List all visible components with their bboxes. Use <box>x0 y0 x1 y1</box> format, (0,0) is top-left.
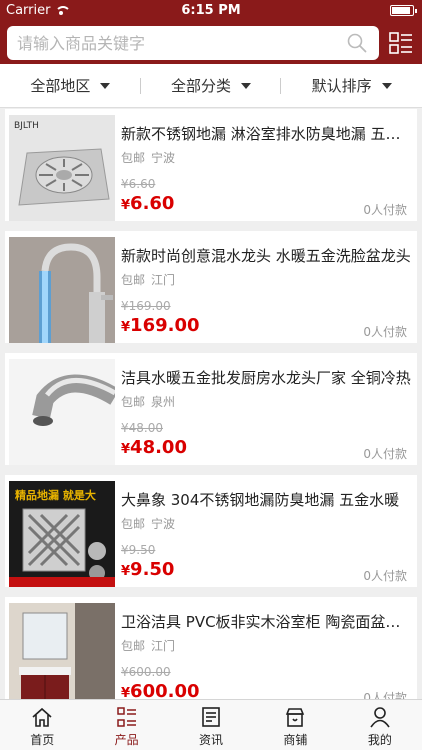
news-icon <box>202 707 220 727</box>
product-meta: 包邮 江门 <box>121 637 175 654</box>
product-shipping: 包邮 <box>121 273 146 287</box>
product-image <box>9 603 115 699</box>
search-input[interactable] <box>17 26 337 60</box>
currency-symbol: ¥ <box>121 442 131 457</box>
product-price: ¥169.00 <box>121 315 200 336</box>
product-card[interactable]: 卫浴洁具 PVC板非实木浴室柜 陶瓷面盆组合 包邮 江门 ¥600.00 ¥600… <box>5 597 417 699</box>
product-price: ¥6.60 <box>121 193 174 214</box>
caret-down-icon <box>381 82 392 89</box>
product-original-price: ¥6.60 <box>121 177 156 191</box>
product-original-price: ¥48.00 <box>121 421 163 435</box>
product-city: 宁波 <box>151 517 176 531</box>
product-shipping: 包邮 <box>121 639 146 653</box>
product-sold-count: 0人付款 <box>363 447 407 461</box>
product-price: ¥48.00 <box>121 437 187 458</box>
product-price-value: 600.00 <box>130 681 200 699</box>
product-city: 泉州 <box>151 395 176 409</box>
product-image: 精品地漏 就是大 <box>9 481 115 587</box>
product-card[interactable]: BJLTH 新款不锈钢地漏 淋浴室排水防臭地漏 五金配件 包邮宁波 ¥6.60 <box>5 109 417 221</box>
product-shipping: 包邮 <box>121 395 146 409</box>
tab-bar: 首页 产品 资讯 商铺 我的 <box>0 699 422 750</box>
product-image <box>9 237 115 343</box>
app-root: Carrier 6:15 PM 全部地区 <box>0 0 422 750</box>
currency-symbol: ¥ <box>121 320 131 335</box>
product-original-price: ¥600.00 <box>121 665 171 679</box>
filter-sort-label: 默认排序 <box>311 77 372 95</box>
product-shipping: 包邮 <box>121 517 146 531</box>
tab-products-label: 产品 <box>114 733 139 747</box>
product-price-value: 48.00 <box>130 437 187 458</box>
product-city: 江门 <box>151 273 176 287</box>
product-city: 江门 <box>151 639 176 653</box>
product-list-icon <box>116 707 136 727</box>
product-card[interactable]: 精品地漏 就是大 大鼻象 304不锈钢地漏防臭地漏 五金水暖 包邮 宁波 ¥9.5… <box>5 475 417 587</box>
product-sold-count: 0人付款 <box>363 569 407 583</box>
tab-news[interactable]: 资讯 <box>169 700 253 750</box>
product-sold-count: 0人付款 <box>363 325 407 339</box>
status-time: 6:15 PM <box>181 3 241 18</box>
filter-sort[interactable]: 默认排序 <box>281 64 422 107</box>
tab-news-label: 资讯 <box>199 733 224 747</box>
currency-symbol: ¥ <box>121 564 131 579</box>
product-shipping: 包邮 <box>121 151 146 165</box>
header: Carrier 6:15 PM <box>0 0 422 64</box>
product-price: ¥9.50 <box>121 559 174 580</box>
product-original-price: ¥9.50 <box>121 543 156 557</box>
caret-down-icon <box>241 82 252 89</box>
filter-category-label: 全部分类 <box>171 77 232 95</box>
product-price-value: 9.50 <box>130 559 175 580</box>
product-original-price: ¥169.00 <box>121 299 171 313</box>
currency-symbol: ¥ <box>121 686 131 699</box>
product-meta: 包邮 宁波 <box>121 149 175 166</box>
product-card[interactable]: 新款时尚创意混水龙头 水暖五金洗脸盆龙头 包邮 江门 ¥169.00 ¥169.0… <box>5 231 417 343</box>
product-price: ¥600.00 <box>121 681 200 699</box>
product-title: 大鼻象 304不锈钢地漏防臭地漏 五金水暖 <box>121 491 400 509</box>
product-meta: 包邮 宁波 <box>121 515 175 532</box>
category-menu-icon[interactable] <box>388 30 414 56</box>
product-list: BJLTH 新款不锈钢地漏 淋浴室排水防臭地漏 五金配件 包邮宁波 ¥6.60 <box>0 109 422 699</box>
tab-shop[interactable]: 商铺 <box>253 700 337 750</box>
tab-profile-label: 我的 <box>367 733 392 747</box>
product-card[interactable]: 洁具水暖五金批发厨房水龙头厂家 全铜冷热 包邮 泉州 ¥48.00 ¥48.00 … <box>5 353 417 465</box>
product-sold-count: 0人付款 <box>363 203 407 217</box>
product-meta: 包邮 泉州 <box>121 393 175 410</box>
product-title: 新款不锈钢地漏 淋浴室排水防臭地漏 五金配件 <box>121 125 411 143</box>
product-price-value: 6.60 <box>130 193 175 214</box>
tab-home-label: 首页 <box>30 733 55 747</box>
currency-symbol: ¥ <box>121 198 131 213</box>
product-price-value: 169.00 <box>130 315 200 336</box>
product-city: 宁波 <box>151 151 176 165</box>
product-promo-text: 精品地漏 就是大 <box>15 488 96 502</box>
product-meta: 包邮 江门 <box>121 271 175 288</box>
battery-icon <box>390 5 417 16</box>
product-sold-count: 0人付款 <box>363 691 407 699</box>
filter-region[interactable]: 全部地区 <box>0 64 141 107</box>
product-brand-text: BJLTH <box>14 121 39 131</box>
caret-down-icon <box>100 82 111 89</box>
filter-category[interactable]: 全部分类 <box>141 64 282 107</box>
status-bar: Carrier 6:15 PM <box>0 0 422 22</box>
product-title: 卫浴洁具 PVC板非实木浴室柜 陶瓷面盆组合 <box>121 613 411 631</box>
tab-profile[interactable]: 我的 <box>338 700 422 750</box>
product-image <box>9 359 115 465</box>
product-title: 新款时尚创意混水龙头 水暖五金洗脸盆龙头 <box>121 247 411 265</box>
tab-shop-label: 商铺 <box>283 733 308 747</box>
profile-icon <box>370 707 390 728</box>
search-bar[interactable] <box>7 26 379 60</box>
tab-home[interactable]: 首页 <box>0 700 84 750</box>
tab-products[interactable]: 产品 <box>84 700 168 750</box>
shop-icon <box>286 708 305 727</box>
filter-region-label: 全部地区 <box>30 77 91 95</box>
product-title: 洁具水暖五金批发厨房水龙头厂家 全铜冷热 <box>121 369 411 387</box>
product-image: BJLTH <box>9 115 115 221</box>
search-icon[interactable] <box>347 33 367 53</box>
home-icon <box>32 707 52 727</box>
filter-bar: 全部地区 全部分类 默认排序 <box>0 64 422 108</box>
